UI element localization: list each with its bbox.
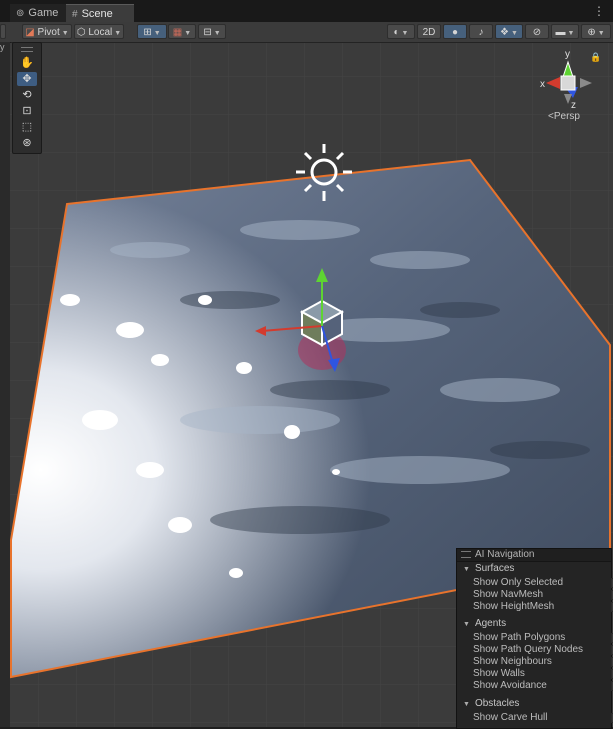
chevron-down-icon: ▼ (114, 30, 122, 37)
ai-navigation-overlay: AI Navigation ▼ Surfaces Show Only Select… (456, 548, 613, 729)
option-label: Show Path Polygons (473, 632, 566, 643)
scene-visibility-toggle[interactable]: ⊘ (525, 24, 549, 39)
palette-grip[interactable] (21, 47, 33, 52)
tab-game-label: Game (28, 7, 59, 19)
speaker-icon: ♪ (478, 27, 484, 38)
section-obstacles-label: Obstacles (474, 698, 520, 709)
toolbar-overflow-button[interactable] (0, 24, 6, 39)
audio-toggle[interactable]: ♪ (469, 24, 493, 39)
pivot-dropdown[interactable]: ◪ Pivot ▼ (22, 24, 72, 39)
increment-snap-dropdown[interactable]: ⊟ ▼ (198, 24, 226, 39)
gizmo-y-label: y (565, 49, 570, 60)
tab-bar: ⊚ Game # Scene ⋮ (0, 0, 613, 23)
grid-snap-icon: ⊞ (143, 27, 152, 38)
option-show-path-query-nodes: Show Path Query Nodes (473, 644, 613, 656)
option-label: Show Avoidance (473, 680, 547, 691)
left-strip-label: y (0, 42, 5, 52)
lock-icon[interactable]: 🔒 (590, 52, 601, 62)
camera-icon: ▬ (555, 27, 566, 38)
toggle-2d-button[interactable]: 2D (417, 24, 441, 39)
option-label: Show Walls (473, 668, 525, 679)
tab-scene[interactable]: # Scene (66, 4, 134, 23)
transform-tool-icon[interactable]: ⊛ (17, 136, 37, 150)
tool-palette: ✋ ✥ ⟲ ⊡ ⬚ ⊛ (12, 42, 42, 154)
option-show-navmesh: Show NavMesh ✔ (473, 589, 613, 601)
option-label: Show Carve Hull (473, 712, 548, 723)
section-agents[interactable]: ▼ Agents (463, 618, 506, 630)
chevron-down-icon: ▼ (184, 30, 192, 37)
chevron-down-icon: ▼ (61, 30, 69, 37)
pivot-icon: ◪ (25, 27, 35, 38)
gizmos-dropdown[interactable]: ⊕ ▼ (581, 24, 611, 39)
option-label: Show Only Selected (473, 577, 564, 588)
gizmo-z-label: z (571, 100, 576, 111)
grid-snap-toggle[interactable]: ⊞ ▼ (137, 24, 167, 39)
grid-visibility-icon: ▦ (172, 27, 183, 38)
chevron-down-icon: ▼ (511, 30, 518, 37)
tab-scene-label: Scene (81, 8, 113, 20)
effects-dropdown[interactable]: ❖ ▼ (495, 24, 523, 39)
chevron-down-icon: ▼ (597, 30, 605, 37)
section-agents-label: Agents (474, 618, 507, 629)
option-show-walls: Show Walls (473, 668, 613, 680)
scene-toolbar: ◪ Pivot ▼ ⬡ Local ▼ ⊞ ▼ ▦ ▼ ⊟ ▼ ◐ ▼ 2D ● ♪ ❖ ▼ … (0, 22, 613, 43)
option-show-avoidance: Show Avoidance (473, 680, 613, 692)
option-label: Show NavMesh (473, 589, 544, 600)
gamepad-icon: ⊚ (16, 8, 25, 19)
globe-icon: ⊕ (587, 27, 596, 38)
pivot-label: Pivot (37, 27, 60, 38)
move-tool-icon[interactable]: ✥ (17, 72, 37, 86)
effects-icon: ❖ (500, 27, 510, 38)
triangle-down-icon: ▼ (463, 566, 470, 573)
section-surfaces-label: Surfaces (474, 563, 515, 574)
lighting-toggle[interactable]: ● (443, 24, 467, 39)
hand-tool-icon[interactable]: ✋ (17, 56, 37, 70)
ai-navigation-title-label: AI Navigation (475, 549, 535, 560)
lightbulb-icon: ● (451, 27, 459, 38)
option-label: Show Neighbours (473, 656, 552, 667)
local-label: Local (88, 27, 113, 38)
shading-sphere-icon: ◐ (393, 27, 400, 38)
gizmo-x-label: x (540, 79, 545, 90)
drag-handle-icon[interactable] (461, 550, 471, 558)
option-label: Show Path Query Nodes (473, 644, 584, 655)
draw-mode-dropdown[interactable]: ◐ ▼ (387, 24, 415, 39)
toggle-2d-label: 2D (422, 27, 436, 38)
chevron-down-icon: ▼ (567, 30, 575, 37)
grid-visibility-dropdown[interactable]: ▦ ▼ (168, 24, 196, 39)
option-show-neighbours: Show Neighbours (473, 656, 613, 668)
tab-game[interactable]: ⊚ Game (10, 4, 70, 22)
ai-navigation-title[interactable]: AI Navigation (457, 549, 611, 562)
local-icon: ⬡ (76, 27, 86, 38)
section-obstacles[interactable]: ▼ Obstacles (463, 698, 519, 710)
triangle-down-icon: ▼ (463, 701, 470, 708)
eye-slash-icon: ⊘ (532, 27, 542, 38)
rect-tool-icon[interactable]: ⬚ (17, 120, 37, 134)
option-show-carve-hull: Show Carve Hull (473, 712, 613, 724)
local-dropdown[interactable]: ⬡ Local ▼ (74, 24, 124, 39)
persp-label: Persp (553, 111, 580, 122)
section-surfaces[interactable]: ▼ Surfaces (463, 563, 514, 575)
chevron-down-icon: ▼ (401, 30, 409, 37)
triangle-down-icon: ▼ (463, 621, 470, 628)
rotate-tool-icon[interactable]: ⟲ (17, 88, 37, 102)
camera-dropdown[interactable]: ▬ ▼ (551, 24, 579, 39)
increment-snap-icon: ⊟ (203, 27, 212, 38)
option-show-path-polygons: Show Path Polygons ✔ (473, 632, 613, 644)
option-show-only-selected: Show Only Selected ✔ (473, 577, 613, 589)
chevron-down-icon: ▼ (213, 30, 221, 37)
projection-toggle[interactable]: <Persp (548, 111, 580, 122)
option-label: Show HeightMesh (473, 601, 555, 612)
more-options-icon[interactable]: ⋮ (593, 4, 605, 18)
scale-tool-icon[interactable]: ⊡ (17, 104, 37, 118)
option-show-heightmesh: Show HeightMesh (473, 601, 613, 613)
chevron-down-icon: ▼ (153, 30, 161, 37)
